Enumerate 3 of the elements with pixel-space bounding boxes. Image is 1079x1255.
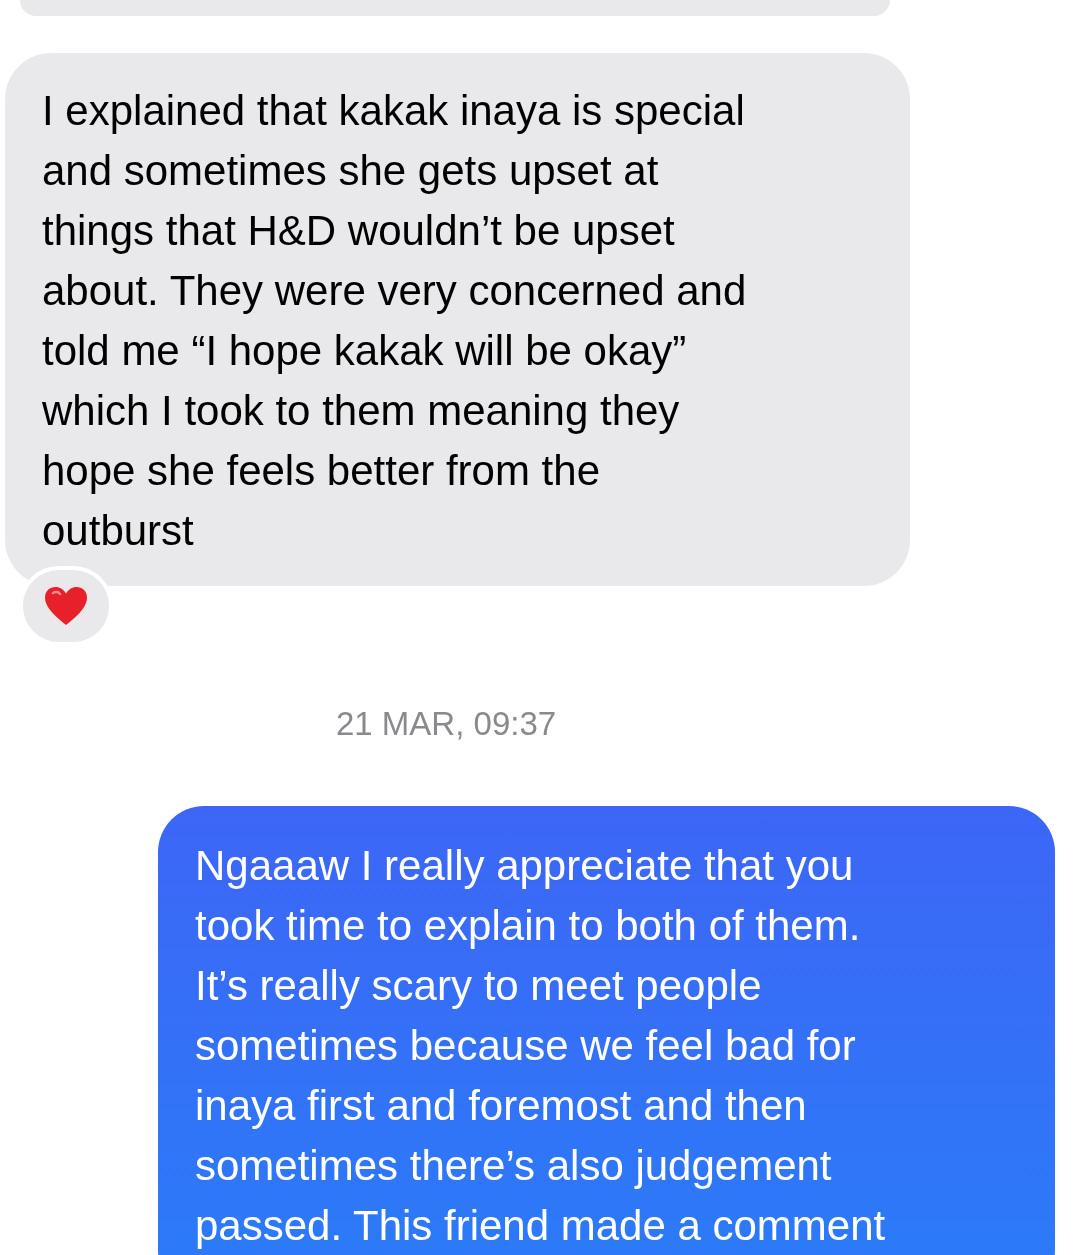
message-text: Ngaaaw I really appreciate that you took time to explain to both of them. It’s really scary to meet people sometimes because we feel bad for inaya first and foremost and then sometimes there’s also judgement passed. This friend made a comment bbox=[195, 840, 887, 1251]
message-text: I explained that kakak inaya is special and sometimes she gets upset at things that H&D wouldn’t be upset about. They were very concerned and told me “I hope kakak will be okay” which I took to them meaning they hope she feels better from the outburst bbox=[42, 86, 748, 556]
timestamp: 21 MAR, 09:37 bbox=[336, 704, 557, 744]
